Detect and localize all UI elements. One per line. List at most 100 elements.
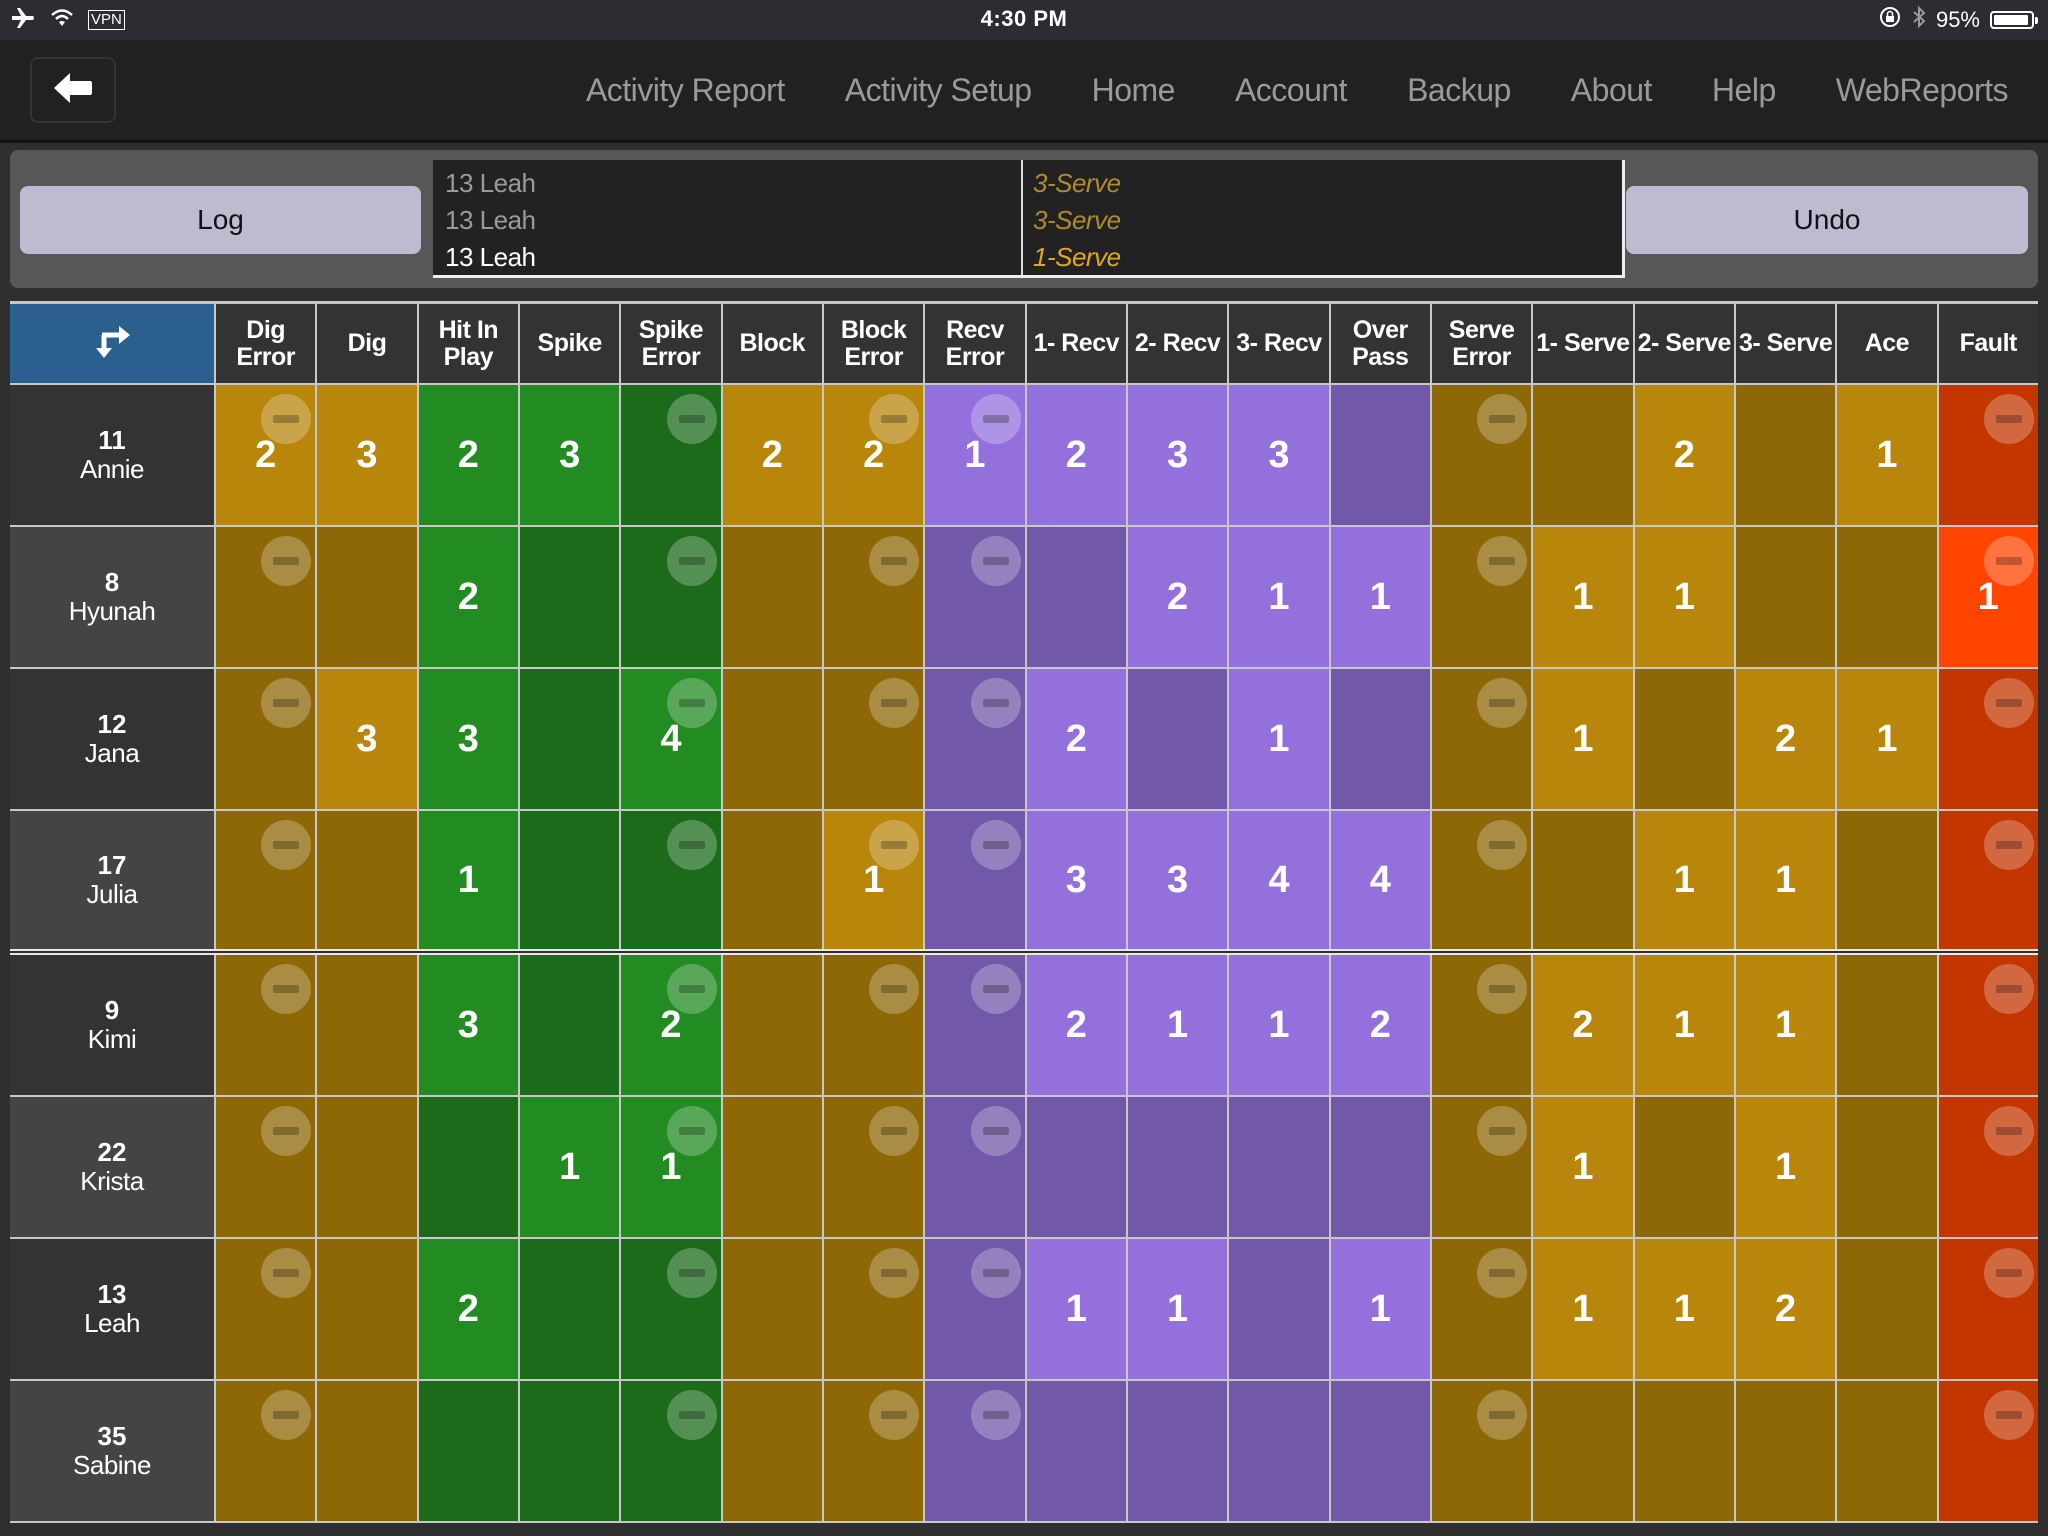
minus-icon[interactable] — [261, 1390, 312, 1440]
stat-cell[interactable]: 1 — [517, 1097, 620, 1237]
column-header[interactable]: 3- Serve — [1733, 304, 1835, 383]
stat-cell[interactable] — [1531, 1381, 1633, 1521]
stat-cell[interactable]: 1 — [1531, 1097, 1633, 1237]
stat-cell[interactable]: 2 — [1733, 669, 1836, 809]
stat-cell[interactable] — [1733, 1381, 1836, 1521]
stat-cell[interactable]: 1 — [1024, 1239, 1126, 1379]
minus-icon[interactable] — [1477, 1106, 1528, 1156]
stat-cell[interactable]: 2 — [1024, 669, 1126, 809]
stat-cell[interactable] — [1024, 1097, 1126, 1237]
minus-icon[interactable] — [1983, 678, 2034, 728]
stat-cell[interactable] — [517, 1381, 620, 1521]
stat-cell[interactable]: 1 — [821, 811, 924, 949]
stat-cell[interactable] — [1429, 1239, 1532, 1379]
minus-icon[interactable] — [1477, 820, 1528, 870]
stat-cell[interactable] — [1429, 1381, 1532, 1521]
stat-cell[interactable] — [1835, 1381, 1937, 1521]
minus-icon[interactable] — [970, 536, 1021, 586]
stat-cell[interactable] — [1429, 527, 1532, 667]
stat-cell[interactable] — [517, 669, 620, 809]
minus-icon[interactable] — [869, 536, 920, 586]
minus-icon[interactable] — [970, 1106, 1021, 1156]
player-cell[interactable]: 17 Julia — [10, 811, 214, 949]
stat-cell[interactable]: 2 — [821, 385, 924, 525]
swap-rotation-button[interactable] — [10, 304, 214, 383]
stat-cell[interactable]: 4 — [1227, 811, 1329, 949]
minus-icon[interactable] — [261, 394, 312, 444]
stat-cell[interactable] — [619, 1239, 721, 1379]
stat-cell[interactable]: 3 — [1024, 811, 1126, 949]
nav-account[interactable]: Account — [1235, 72, 1348, 109]
minus-icon[interactable] — [970, 394, 1021, 444]
stat-cell[interactable]: 1 — [1632, 955, 1734, 1095]
player-cell[interactable]: 35 Sabine — [10, 1381, 214, 1521]
stat-cell[interactable] — [923, 811, 1025, 949]
minus-icon[interactable] — [869, 1106, 920, 1156]
stat-cell[interactable] — [1227, 1381, 1329, 1521]
minus-icon[interactable] — [970, 1390, 1021, 1440]
minus-icon[interactable] — [1983, 394, 2034, 444]
stat-cell[interactable] — [1531, 385, 1633, 525]
stat-cell[interactable]: 3 — [1227, 385, 1329, 525]
stat-cell[interactable] — [1125, 1097, 1228, 1237]
stat-cell[interactable] — [1835, 811, 1937, 949]
column-header[interactable]: Ace — [1835, 304, 1936, 383]
minus-icon[interactable] — [261, 678, 312, 728]
stat-cell[interactable]: 3 — [517, 385, 620, 525]
minus-icon[interactable] — [1983, 536, 2034, 586]
stat-cell[interactable] — [821, 955, 924, 1095]
minus-icon[interactable] — [261, 964, 312, 1014]
stat-cell[interactable] — [720, 1097, 822, 1237]
nav-webreports[interactable]: WebReports — [1836, 72, 2009, 109]
log-button[interactable]: Log — [20, 186, 421, 254]
minus-icon[interactable] — [869, 964, 920, 1014]
minus-icon[interactable] — [666, 394, 717, 444]
stat-cell[interactable] — [1429, 669, 1532, 809]
minus-icon[interactable] — [666, 1390, 717, 1440]
minus-icon[interactable] — [1983, 1248, 2034, 1298]
stat-cell[interactable]: 1 — [1531, 527, 1633, 667]
stat-cell[interactable] — [1328, 1097, 1430, 1237]
minus-icon[interactable] — [970, 678, 1021, 728]
minus-icon[interactable] — [666, 678, 717, 728]
minus-icon[interactable] — [261, 1248, 312, 1298]
stat-cell[interactable] — [619, 1381, 721, 1521]
stat-cell[interactable] — [1733, 527, 1836, 667]
stat-cell[interactable]: 3 — [416, 955, 518, 1095]
stat-cell[interactable]: 1 — [1328, 527, 1430, 667]
stat-cell[interactable]: 3 — [315, 669, 417, 809]
stat-cell[interactable] — [517, 527, 620, 667]
stat-cell[interactable] — [923, 955, 1025, 1095]
stat-cell[interactable]: 3 — [1125, 385, 1228, 525]
column-header[interactable]: Over Pass — [1328, 304, 1430, 383]
stat-cell[interactable]: 1 — [1227, 527, 1329, 667]
column-header[interactable]: Block Error — [821, 304, 923, 383]
column-header[interactable]: Spike Error — [619, 304, 720, 383]
stat-cell[interactable]: 2 — [1531, 955, 1633, 1095]
column-header[interactable]: 3- Recv — [1227, 304, 1328, 383]
stat-cell[interactable]: 1 — [1125, 1239, 1228, 1379]
stat-cell[interactable] — [619, 385, 721, 525]
column-header[interactable]: Hit In Play — [416, 304, 518, 383]
stat-cell[interactable] — [517, 811, 620, 949]
minus-icon[interactable] — [869, 1390, 920, 1440]
player-cell[interactable]: 12 Jana — [10, 669, 214, 809]
nav-activity-report[interactable]: Activity Report — [586, 72, 785, 109]
stat-cell[interactable] — [214, 1381, 316, 1521]
minus-icon[interactable] — [1477, 1390, 1528, 1440]
stat-cell[interactable] — [720, 1239, 822, 1379]
stat-cell[interactable] — [1429, 811, 1532, 949]
stat-cell[interactable]: 1 — [1733, 955, 1836, 1095]
stat-cell[interactable]: 1 — [1632, 527, 1734, 667]
stat-cell[interactable]: 3 — [1125, 811, 1228, 949]
stat-cell[interactable]: 1 — [1632, 1239, 1734, 1379]
stat-cell[interactable] — [1936, 669, 2038, 809]
minus-icon[interactable] — [1477, 1248, 1528, 1298]
stat-cell[interactable] — [1936, 1239, 2038, 1379]
stat-cell[interactable]: 3 — [315, 385, 417, 525]
minus-icon[interactable] — [666, 820, 717, 870]
stat-cell[interactable]: 2 — [1024, 385, 1126, 525]
stat-cell[interactable]: 1 — [1227, 955, 1329, 1095]
player-cell[interactable]: 22 Krista — [10, 1097, 214, 1237]
stat-cell[interactable] — [1429, 385, 1532, 525]
